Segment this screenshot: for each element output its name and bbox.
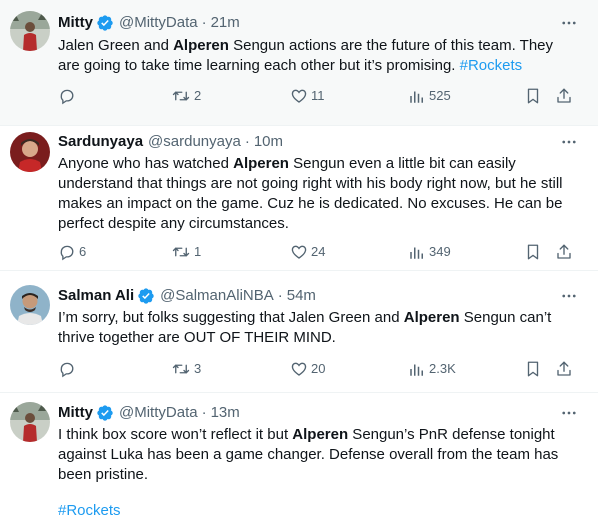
avatar[interactable]: [10, 285, 50, 325]
tweet[interactable]: Mitty @MittyData · 13m I think box score…: [0, 393, 598, 531]
bookmark-button[interactable]: [524, 86, 542, 106]
tweet-text: I think box score won’t reflect it but A…: [58, 425, 578, 485]
retweet-button[interactable]: 3: [171, 359, 201, 379]
views-icon: [408, 360, 426, 378]
author-handle[interactable]: @sardunyaya: [148, 132, 241, 152]
tweet-text: I’m sorry, but folks suggesting that Jal…: [58, 308, 578, 348]
reply-button[interactable]: [58, 86, 79, 106]
text-run-bold: Alperen: [403, 309, 460, 326]
author-handle[interactable]: @MittyData: [119, 13, 198, 33]
tweet-text: Jalen Green and Alperen Sengun actions a…: [58, 36, 578, 76]
separator-dot: ·: [201, 404, 207, 421]
views-icon: [408, 87, 426, 105]
text-run: I think box score won’t reflect it but: [58, 426, 293, 443]
avatar[interactable]: [10, 132, 50, 172]
like-count: 11: [311, 88, 325, 103]
author-handle[interactable]: @MittyData: [119, 403, 198, 423]
reply-button[interactable]: [58, 359, 79, 379]
tweet[interactable]: Mitty @MittyData · 21m Jalen Green and A…: [0, 0, 598, 126]
separator-dot: ·: [201, 14, 207, 31]
tweet-feed: Mitty @MittyData · 21m Jalen Green and A…: [0, 0, 598, 531]
tweet[interactable]: Salman Ali @SalmanAliNBA · 54m I’m sorry…: [0, 271, 598, 393]
view-count: 525: [429, 88, 451, 103]
action-bar: 2 11 525: [58, 86, 578, 106]
view-count: 349: [429, 244, 451, 259]
verified-badge-icon: [96, 404, 114, 422]
reply-icon: [58, 360, 76, 378]
tweet[interactable]: Sardunyaya @sardunyaya · 10m Anyone who …: [0, 126, 598, 271]
bookmark-icon: [524, 87, 542, 105]
reply-icon: [58, 87, 76, 105]
author-name[interactable]: Sardunyaya: [58, 132, 143, 152]
text-run: I’m sorry, but folks suggesting that Jal…: [58, 309, 404, 326]
action-bar: 3 20 2.3K: [58, 359, 578, 379]
avatar[interactable]: [10, 402, 50, 442]
author-handle[interactable]: @SalmanAliNBA: [160, 286, 274, 306]
text-run: Anyone who has watched: [58, 155, 234, 172]
like-button[interactable]: 11: [290, 86, 325, 106]
bookmark-button[interactable]: [524, 242, 542, 262]
reply-count: 6: [79, 244, 87, 259]
retweet-button[interactable]: 1: [171, 242, 201, 262]
author-name[interactable]: Mitty: [58, 13, 93, 33]
tweet-hashtag-line: #Rockets: [58, 501, 578, 521]
like-button[interactable]: 24: [290, 242, 325, 262]
timestamp[interactable]: 13m: [211, 403, 240, 423]
bookmark-icon: [524, 360, 542, 378]
more-icon[interactable]: [558, 13, 580, 33]
text-run-bold: Alperen: [233, 155, 289, 172]
retweet-icon: [171, 243, 191, 261]
separator-dot: ·: [277, 287, 283, 304]
more-icon[interactable]: [558, 132, 580, 152]
share-icon: [555, 360, 573, 378]
like-icon: [290, 243, 308, 261]
views-button[interactable]: 2.3K: [408, 359, 456, 379]
text-run-bold: Alperen: [292, 426, 349, 443]
separator-dot: ·: [244, 133, 250, 150]
retweet-icon: [171, 360, 191, 378]
text-run-bold: Alperen: [173, 37, 229, 54]
like-count: 24: [311, 244, 326, 259]
more-icon[interactable]: [558, 403, 580, 423]
verified-badge-icon: [137, 287, 155, 305]
verified-badge-icon: [96, 14, 114, 32]
hashtag-link[interactable]: #Rockets: [460, 57, 523, 74]
views-icon: [408, 243, 426, 261]
like-icon: [290, 87, 308, 105]
share-button[interactable]: [555, 359, 573, 379]
text-run: Jalen Green and: [58, 37, 174, 54]
tweet-text: Anyone who has watched Alperen Sengun ev…: [58, 154, 578, 234]
views-button[interactable]: 349: [408, 242, 451, 262]
view-count: 2.3K: [429, 361, 456, 376]
like-count: 20: [311, 361, 326, 376]
avatar[interactable]: [10, 11, 50, 51]
retweet-count: 1: [194, 244, 202, 259]
bookmark-icon: [524, 243, 542, 261]
timestamp[interactable]: 54m: [287, 286, 316, 306]
share-icon: [555, 87, 573, 105]
retweet-count: 2: [194, 88, 202, 103]
timestamp[interactable]: 21m: [211, 13, 240, 33]
views-button[interactable]: 525: [408, 86, 451, 106]
share-button[interactable]: [555, 242, 573, 262]
reply-icon: [58, 243, 76, 261]
reply-button[interactable]: 6: [58, 242, 86, 262]
author-name[interactable]: Mitty: [58, 403, 93, 423]
retweet-button[interactable]: 2: [171, 86, 201, 106]
share-icon: [555, 243, 573, 261]
more-icon[interactable]: [558, 286, 580, 306]
author-name[interactable]: Salman Ali: [58, 286, 134, 306]
timestamp[interactable]: 10m: [254, 132, 283, 152]
hashtag-link[interactable]: #Rockets: [58, 502, 121, 519]
retweet-count: 3: [194, 361, 202, 376]
share-button[interactable]: [555, 86, 573, 106]
like-button[interactable]: 20: [290, 359, 325, 379]
action-bar: 6 1 24 349: [58, 242, 578, 262]
like-icon: [290, 360, 308, 378]
bookmark-button[interactable]: [524, 359, 542, 379]
retweet-icon: [171, 87, 191, 105]
